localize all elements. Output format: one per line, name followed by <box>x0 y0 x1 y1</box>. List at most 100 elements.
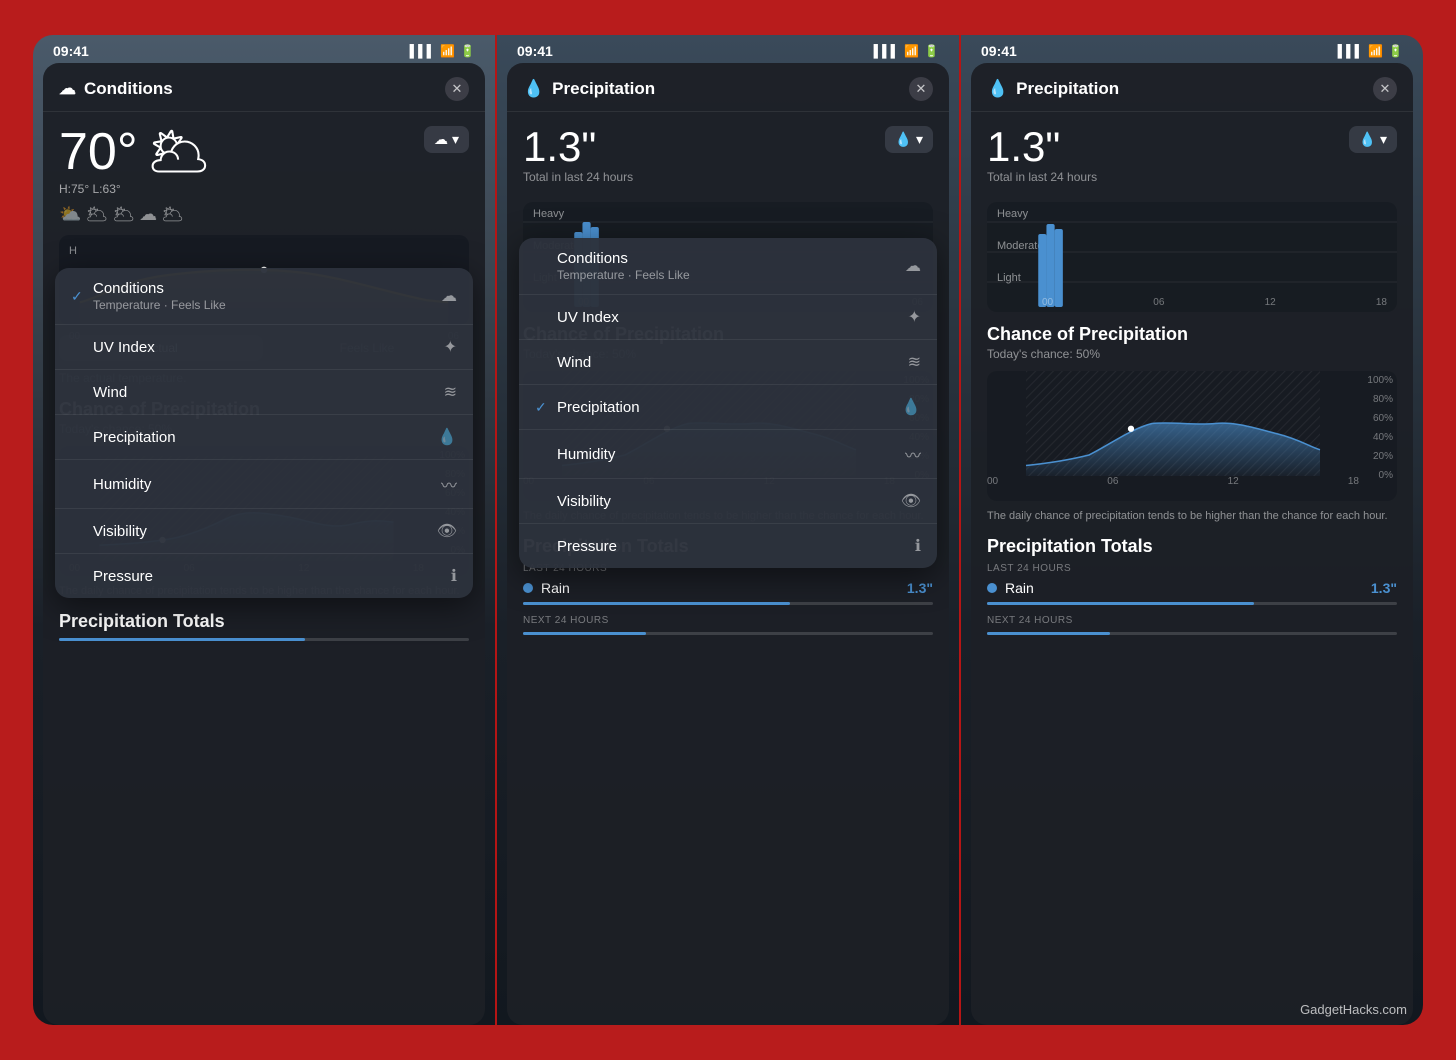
px3-00: 00 <box>987 476 998 487</box>
precip-chance-sub-3: Today's chance: 50% <box>987 347 1397 361</box>
dropdown-uv-label: UV Index <box>93 339 155 356</box>
close-btn-2[interactable]: ✕ <box>909 77 933 101</box>
signal-icon-2: ▌▌▌ <box>874 44 900 58</box>
ix3-06: 06 <box>1153 297 1164 308</box>
next24-label-3: NEXT 24 HOURS <box>987 615 1397 626</box>
signal-icon: ▌▌▌ <box>410 44 436 58</box>
selector-btn-3[interactable]: 💧 ▾ <box>1349 126 1397 153</box>
hourly-icon-1: ⛅ <box>59 204 81 225</box>
px3-06: 06 <box>1107 476 1118 487</box>
card-title-precip-3: Precipitation <box>1016 79 1119 99</box>
dropdown-item-pressure[interactable]: ✓ Pressure ℹ <box>55 554 473 598</box>
precip-header-2: 1.3" Total in last 24 hours 💧 ▾ <box>523 126 933 198</box>
dropdown2-humidity-label: Humidity <box>557 446 615 463</box>
battery-icon: 🔋 <box>460 44 475 58</box>
dropdown-item-left-wind: ✓ Wind <box>71 384 127 401</box>
dropdown2-item-visibility[interactable]: ✓ Visibility 👁 <box>519 479 937 524</box>
next24-track-2 <box>523 632 933 635</box>
dropdown2-item-wind[interactable]: ✓ Wind ≋ <box>519 340 937 385</box>
dropdown-uv-icon: ✦ <box>444 337 457 357</box>
precip-chart-area-3: 100% 80% 60% 40% 20% 0% 00 06 12 18 <box>987 371 1397 501</box>
dropdown2-item-humidity[interactable]: ✓ Humidity 〰 <box>519 430 937 479</box>
dropdown2-left-uv: ✓ UV Index <box>535 309 619 326</box>
dropdown2-conditions-text: Conditions Temperature · Feels Like <box>557 250 690 282</box>
hourly-icon-3: 🌥 <box>112 204 135 225</box>
precip-sub-3: Total in last 24 hours <box>987 170 1097 184</box>
rain-dot-2 <box>523 583 533 593</box>
precip-chance-title-3: Chance of Precipitation <box>987 324 1397 345</box>
dropdown-item-conditions[interactable]: ✓ Conditions Temperature · Feels Like ☁ <box>55 268 473 325</box>
precip-val-2: 1.3" <box>523 126 633 168</box>
y3-0: 0% <box>1367 470 1393 481</box>
rain-value-2: 1.3" <box>907 580 933 596</box>
dropdown2-left-wind: ✓ Wind <box>535 354 591 371</box>
dropdown2-wind-icon: ≋ <box>908 352 921 372</box>
precip-totals-title-1: Precipitation Totals <box>59 611 469 632</box>
selector-drop-icon-3: 💧 <box>1359 131 1376 148</box>
dropdown2-item-pressure[interactable]: ✓ Pressure ℹ <box>519 524 937 568</box>
dropdown2-visibility-icon: 👁 <box>901 491 921 511</box>
dropdown2-item-precip[interactable]: ✓ Precipitation 💧 <box>519 385 937 430</box>
ix3-18: 18 <box>1376 297 1387 308</box>
temp-cloud-icon: 🌥 <box>146 126 212 178</box>
signal-icon-3: ▌▌▌ <box>1338 44 1364 58</box>
dropdown2-conditions-icon: ☁ <box>905 256 921 276</box>
dropdown-conditions-sub: Temperature · Feels Like <box>93 298 226 312</box>
status-time-1: 09:41 <box>53 43 89 59</box>
dropdown-pressure-label: Pressure <box>93 568 153 585</box>
y3-100: 100% <box>1367 375 1393 386</box>
precip-totals-title-3: Precipitation Totals <box>987 536 1397 557</box>
ix3-00: 00 <box>1042 297 1053 308</box>
precip-sub-2: Total in last 24 hours <box>523 170 633 184</box>
dropdown-menu-2[interactable]: ✓ Conditions Temperature · Feels Like ☁ … <box>519 238 937 568</box>
dropdown2-item-conditions[interactable]: ✓ Conditions Temperature · Feels Like ☁ <box>519 238 937 295</box>
dropdown-menu-1[interactable]: ✓ Conditions Temperature · Feels Like ☁ … <box>55 268 473 598</box>
selector-btn-2[interactable]: 💧 ▾ <box>885 126 933 153</box>
status-time-2: 09:41 <box>517 43 553 59</box>
rain-label-3: Rain <box>1005 580 1034 596</box>
lo-label: L: <box>93 182 103 196</box>
header-drop-icon-3: 💧 <box>987 79 1008 99</box>
card-header-title-conditions: ☁ Conditions <box>59 79 173 99</box>
dropdown2-item-uv[interactable]: ✓ UV Index ✦ <box>519 295 937 340</box>
card-header-conditions: ☁ Conditions ✕ <box>43 63 485 112</box>
status-icons-3: ▌▌▌ 📶 🔋 <box>1338 44 1403 58</box>
dropdown2-left-humidity: ✓ Humidity <box>535 446 615 463</box>
next24-fill-2 <box>523 632 646 635</box>
hi-lo: H:75° L:63° <box>59 182 469 196</box>
precip-bar-3 <box>987 602 1397 605</box>
weather-card-precip-2: 💧 Precipitation ✕ 1.3" Total in last 24 … <box>507 63 949 1025</box>
dropdown-item-visibility[interactable]: ✓ Visibility 👁 <box>55 509 473 554</box>
next24-label-2: NEXT 24 HOURS <box>523 615 933 626</box>
header-cloud-icon: ☁ <box>59 79 76 99</box>
dropdown-item-left-visibility: ✓ Visibility <box>71 523 147 540</box>
precip-bar-track-1 <box>59 638 469 641</box>
dropdown-conditions-text: Conditions Temperature · Feels Like <box>93 280 226 312</box>
dropdown-conditions-label: Conditions <box>93 280 226 297</box>
precip-bar-2 <box>523 602 933 605</box>
dropdown-item-uv[interactable]: ✓ UV Index ✦ <box>55 325 473 370</box>
y3-20: 20% <box>1367 451 1393 462</box>
precip-bar-row-1 <box>59 638 469 641</box>
dropdown-item-left-uv: ✓ UV Index <box>71 339 155 356</box>
dropdown-item-precip[interactable]: ✓ Precipitation 💧 <box>55 415 473 460</box>
dropdown-item-wind[interactable]: ✓ Wind ≋ <box>55 370 473 415</box>
px3-12: 12 <box>1228 476 1239 487</box>
close-btn-1[interactable]: ✕ <box>445 77 469 101</box>
check2-precip: ✓ <box>535 399 551 416</box>
dropdown2-conditions-label: Conditions <box>557 250 690 267</box>
hourly-row: ⛅ 🌥 🌥 ☁ 🌥 <box>59 204 469 225</box>
precip-chance-svg-3 <box>987 371 1359 476</box>
dropdown-visibility-label: Visibility <box>93 523 147 540</box>
dropdown-item-left-humidity: ✓ Humidity <box>71 476 151 493</box>
card-title-conditions: Conditions <box>84 79 173 99</box>
selector-btn-1[interactable]: ☁ ▾ <box>424 126 469 153</box>
dropdown2-pressure-label: Pressure <box>557 538 617 555</box>
dropdown-item-humidity[interactable]: ✓ Humidity 〰 <box>55 460 473 509</box>
dropdown2-precip-icon: 💧 <box>901 397 921 417</box>
precip-fill-2 <box>523 602 790 605</box>
dropdown-item-left-conditions: ✓ Conditions Temperature · Feels Like <box>71 280 226 312</box>
close-btn-3[interactable]: ✕ <box>1373 77 1397 101</box>
card-header-precip-2: 💧 Precipitation ✕ <box>507 63 949 112</box>
card-title-precip-2: Precipitation <box>552 79 655 99</box>
